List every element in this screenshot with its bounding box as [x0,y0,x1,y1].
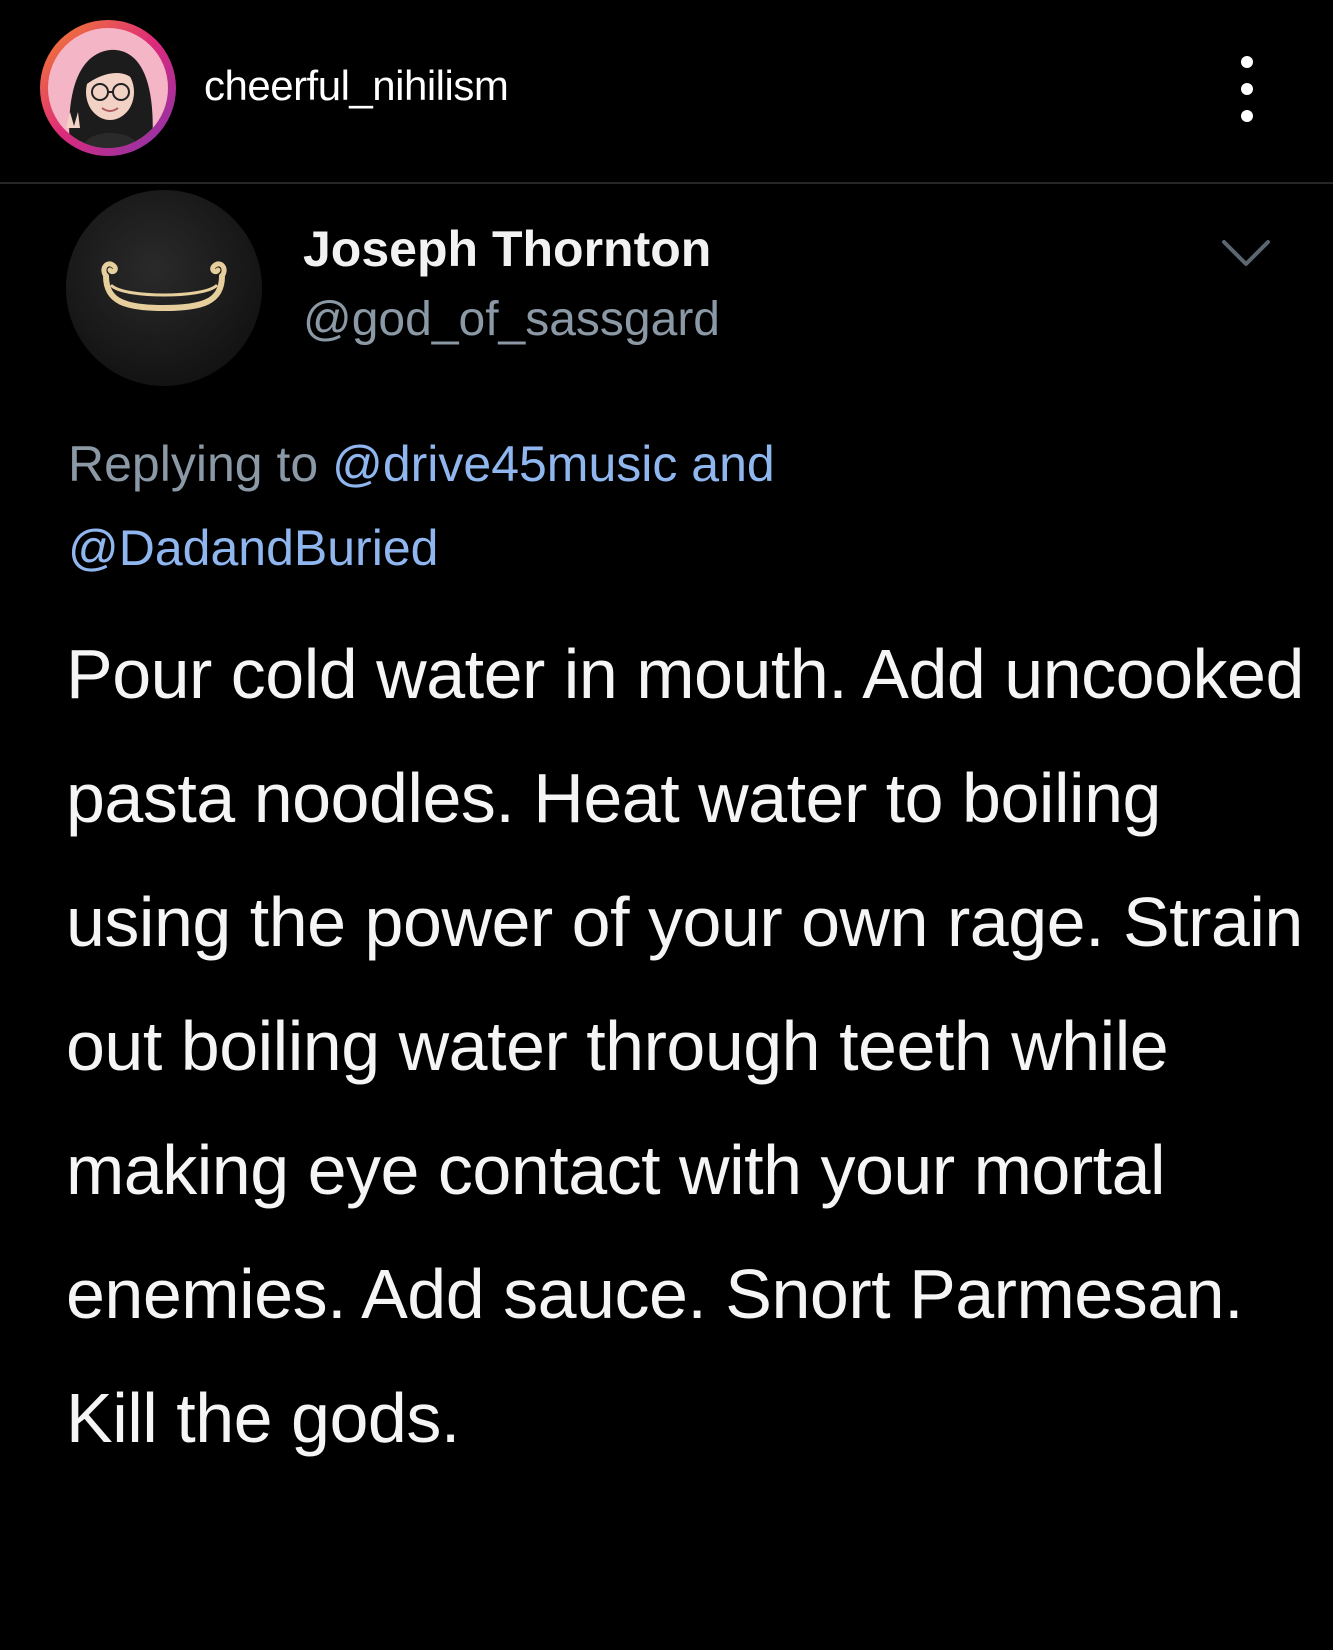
chevron-down-icon[interactable] [1218,234,1274,274]
header-divider [0,182,1333,184]
tweet-text: Pour cold water in mouth. Add uncooked p… [66,635,1304,1457]
mention-link-dadandburied[interactable]: @DadandBuried [68,520,438,576]
instagram-username[interactable]: cheerful_nihilism [204,62,509,110]
viking-ship-icon [101,261,227,312]
vertical-ellipsis-icon[interactable] [1232,54,1262,124]
avatar-illustration [48,28,168,148]
replying-to-label: Replying to [68,436,319,492]
tweet-author-name[interactable]: Joseph Thornton [303,220,711,278]
profile-avatar[interactable] [40,20,176,156]
mention-joiner: and [691,436,775,492]
replying-to-line: Replying to @drive45music and @DadandBur… [68,422,1288,590]
tweet-author-handle[interactable]: @god_of_sassgard [303,292,720,347]
instagram-post-header: cheerful_nihilism [0,0,1333,182]
mention-link-drive45music[interactable]: @drive45music [332,436,677,492]
tweet-author-avatar[interactable] [66,190,262,386]
